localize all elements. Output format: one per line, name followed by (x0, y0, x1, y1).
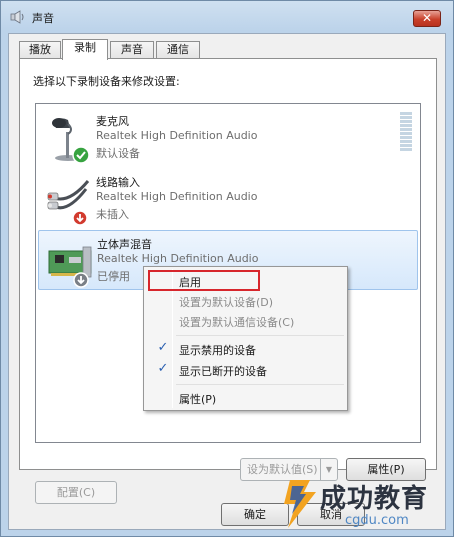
menu-item-label: 属性(P) (179, 393, 217, 406)
configure-button[interactable]: 配置(C) (35, 481, 117, 504)
device-driver: Realtek High Definition Audio (96, 190, 258, 203)
check-badge-icon (72, 146, 90, 164)
menu-item-label: 设置为默认设备(D) (179, 296, 274, 309)
tab-communications[interactable]: 通信 (156, 41, 200, 59)
tab-recording[interactable]: 录制 (62, 39, 108, 60)
device-name: 立体声混音 (97, 238, 152, 251)
title-bar[interactable]: 声音 ✕ (1, 1, 453, 33)
watermark-text: 成功教育 (320, 484, 429, 514)
device-status: 未插入 (96, 208, 129, 221)
watermark-logo-icon (284, 480, 316, 528)
device-status: 默认设备 (96, 147, 140, 160)
window-title: 声音 (32, 12, 54, 25)
chevron-down-icon[interactable]: ▼ (320, 459, 337, 480)
menu-item-label: 显示已断开的设备 (179, 365, 267, 378)
instruction-text: 选择以下录制设备来修改设置: (33, 75, 180, 88)
red-down-arrow-badge-icon (72, 210, 88, 226)
speaker-icon (10, 10, 24, 24)
menu-item-label: 显示禁用的设备 (179, 344, 256, 357)
close-button[interactable]: ✕ (413, 10, 441, 27)
menu-item-label: 启用 (179, 276, 201, 289)
close-icon: ✕ (421, 11, 433, 25)
watermark-url: cgdu.com (345, 513, 409, 528)
menu-separator (176, 384, 344, 385)
level-meter (400, 112, 412, 152)
device-driver: Realtek High Definition Audio (97, 252, 259, 265)
device-name: 麦克风 (96, 115, 129, 128)
tab-sounds[interactable]: 声音 (110, 41, 154, 59)
set-default-label: 设为默认值(S) (247, 463, 318, 476)
device-status: 已停用 (97, 270, 130, 283)
tab-playback[interactable]: 播放 (19, 41, 61, 59)
menu-item-show-disconnected-devices[interactable]: ✓ 显示已断开的设备 (147, 360, 344, 380)
device-name: 线路输入 (96, 176, 140, 189)
menu-separator (176, 335, 344, 336)
device-driver: Realtek High Definition Audio (96, 129, 258, 142)
checkmark-icon: ✓ (157, 361, 169, 376)
menu-item-set-default-comm-device[interactable]: 设置为默认通信设备(C) (147, 311, 344, 331)
menu-item-enable[interactable]: 启用 (147, 271, 344, 291)
device-context-menu: 启用 设置为默认设备(D) 设置为默认通信设备(C) ✓ 显示禁用的设备 ✓ 显… (143, 266, 348, 411)
checkmark-icon: ✓ (157, 340, 169, 355)
menu-item-properties[interactable]: 属性(P) (147, 388, 344, 408)
device-item-line-in[interactable]: 线路输入 Realtek High Definition Audio 未插入 (38, 169, 418, 229)
menu-item-set-default-device[interactable]: 设置为默认设备(D) (147, 291, 344, 311)
menu-item-show-disabled-devices[interactable]: ✓ 显示禁用的设备 (147, 339, 344, 359)
menu-item-label: 设置为默认通信设备(C) (179, 316, 295, 329)
device-item-microphone[interactable]: 麦克风 Realtek High Definition Audio 默认设备 (38, 108, 418, 168)
gray-down-arrow-badge-icon (73, 272, 89, 288)
